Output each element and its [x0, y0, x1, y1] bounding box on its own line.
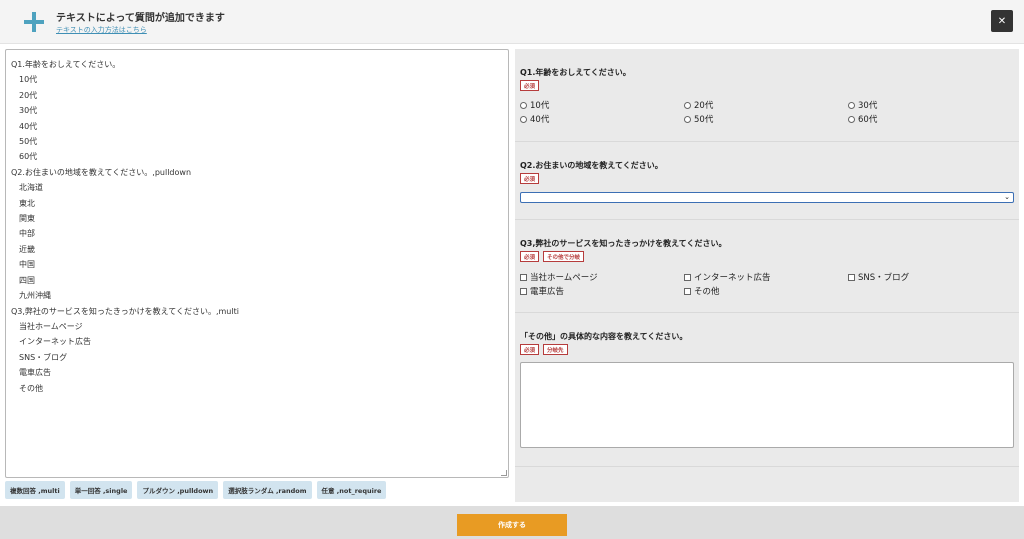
- editor-option-line: 10代: [19, 75, 38, 85]
- radio-option[interactable]: 50代: [684, 113, 713, 125]
- input-help-link[interactable]: テキストの入力方法はこちら: [56, 25, 147, 35]
- badge-group: 必須 分岐先: [520, 344, 568, 355]
- create-button[interactable]: 作成する: [457, 514, 567, 536]
- editor-question-line: Q3,弊社のサービスを知ったきっかけを教えてください。,multi: [11, 306, 239, 316]
- tag-pulldown-button[interactable]: プルダウン ,pulldown: [137, 481, 219, 499]
- question-title: 「その他」の具体的な内容を教えてください。: [520, 332, 688, 341]
- editor-option-line: 30代: [19, 106, 38, 116]
- badge-group: 必須 その他で分岐: [520, 251, 585, 262]
- editor-option-line: 北海道: [19, 183, 43, 193]
- editor-option-line: 関東: [19, 214, 35, 224]
- radio-option[interactable]: 60代: [848, 113, 877, 125]
- radio-button[interactable]: [520, 115, 527, 123]
- editor-option-line: 電車広告: [19, 368, 51, 378]
- branch-badge: その他で分岐: [543, 251, 585, 262]
- required-badge: 必須: [520, 80, 540, 91]
- question-title: Q3,弊社のサービスを知ったきっかけを教えてください。: [520, 239, 727, 248]
- badge-group: 必須: [520, 80, 540, 91]
- tag-not-require-button[interactable]: 任意 ,not_require: [316, 481, 387, 499]
- close-button[interactable]: ✕: [991, 10, 1013, 32]
- editor-option-line: 九州沖縄: [19, 291, 51, 301]
- editor-option-line: SNS・ブログ: [19, 352, 68, 362]
- editor-option-line: 東北: [19, 198, 35, 208]
- checkbox[interactable]: [684, 273, 691, 281]
- radio-button[interactable]: [684, 101, 691, 109]
- radio-button[interactable]: [520, 101, 527, 109]
- question-text-editor[interactable]: Q1.年齢をおしえてください。 10代 20代 30代 40代 50代 60代 Q2.お住まい…: [5, 49, 509, 478]
- required-badge: 必須: [520, 173, 540, 184]
- editor-question-line: Q1.年齢をおしえてください。: [11, 60, 121, 69]
- radio-option[interactable]: 30代: [848, 99, 877, 111]
- editor-option-line: 中国: [19, 260, 35, 270]
- editor-option-line: 四国: [19, 275, 35, 285]
- editor-option-line: 近畿: [19, 244, 35, 254]
- editor-option-line: 50代: [19, 137, 38, 147]
- checkbox-option[interactable]: 電車広告: [520, 285, 564, 297]
- resize-handle[interactable]: [501, 470, 507, 476]
- region-select[interactable]: ⌄: [520, 192, 1014, 203]
- radio-option[interactable]: 20代: [684, 99, 713, 111]
- editor-option-line: 40代: [19, 121, 38, 131]
- question-title: Q2.お住まいの地域を教えてください。: [520, 161, 663, 170]
- editor-option-line: 60代: [19, 152, 38, 162]
- checkbox[interactable]: [520, 287, 527, 295]
- other-detail-textarea[interactable]: [520, 362, 1014, 448]
- editor-option-line: 20代: [19, 90, 38, 100]
- question-block-q3: Q3,弊社のサービスを知ったきっかけを教えてください。 必須 その他で分岐 当社…: [515, 220, 1019, 313]
- editor-option-line: その他: [19, 383, 43, 393]
- tag-single-button[interactable]: 単一回答 ,single: [69, 481, 133, 499]
- radio-option[interactable]: 10代: [520, 99, 549, 111]
- chevron-down-icon: ⌄: [1004, 193, 1010, 201]
- checkbox-option[interactable]: 当社ホームページ: [520, 271, 598, 283]
- question-block-q2: Q2.お住まいの地域を教えてください。 必須: [515, 142, 1019, 220]
- required-badge: 必須: [520, 344, 540, 355]
- radio-option[interactable]: 40代: [520, 113, 549, 125]
- header-title: テキストによって質問が追加できます: [56, 13, 225, 24]
- editor-option-line: 当社ホームページ: [19, 321, 83, 331]
- tag-random-button[interactable]: 選択肢ランダム ,random: [223, 481, 312, 499]
- header-bar: テキストによって質問が追加できます テキストの入力方法はこちら ✕: [0, 0, 1024, 44]
- branch-target-badge: 分岐先: [543, 344, 568, 355]
- radio-button[interactable]: [848, 101, 855, 109]
- tag-button-row: 複数回答 ,multi 単一回答 ,single プルダウン ,pulldown…: [5, 481, 387, 499]
- question-title: Q1.年齢をおしえてください。: [520, 68, 631, 77]
- checkbox-option[interactable]: その他: [684, 285, 720, 297]
- preview-panel: Q1.年齢をおしえてください。 必須 10代 20代 30代 40代 50代 6…: [515, 49, 1019, 502]
- radio-button[interactable]: [684, 115, 691, 123]
- tag-multi-button[interactable]: 複数回答 ,multi: [5, 481, 65, 499]
- editor-content: Q1.年齢をおしえてください。 10代 20代 30代 40代 50代 60代 Q2.お住まい…: [11, 57, 503, 396]
- editor-question-line: Q2.お住まいの地域を教えてください。,pulldown: [11, 167, 192, 177]
- editor-option-line: 中部: [19, 229, 35, 239]
- plus-icon: [24, 12, 44, 32]
- checkbox-option[interactable]: インターネット広告: [684, 271, 771, 283]
- checkbox[interactable]: [520, 273, 527, 281]
- editor-option-line: インターネット広告: [19, 337, 91, 347]
- checkbox[interactable]: [684, 287, 691, 295]
- radio-button[interactable]: [848, 115, 855, 123]
- question-block-q1: Q1.年齢をおしえてください。 必須 10代 20代 30代 40代 50代 6…: [515, 49, 1019, 142]
- required-badge: 必須: [520, 251, 540, 262]
- checkbox[interactable]: [848, 273, 855, 281]
- checkbox-option[interactable]: SNS・ブログ: [848, 271, 909, 283]
- badge-group: 必須: [520, 173, 540, 184]
